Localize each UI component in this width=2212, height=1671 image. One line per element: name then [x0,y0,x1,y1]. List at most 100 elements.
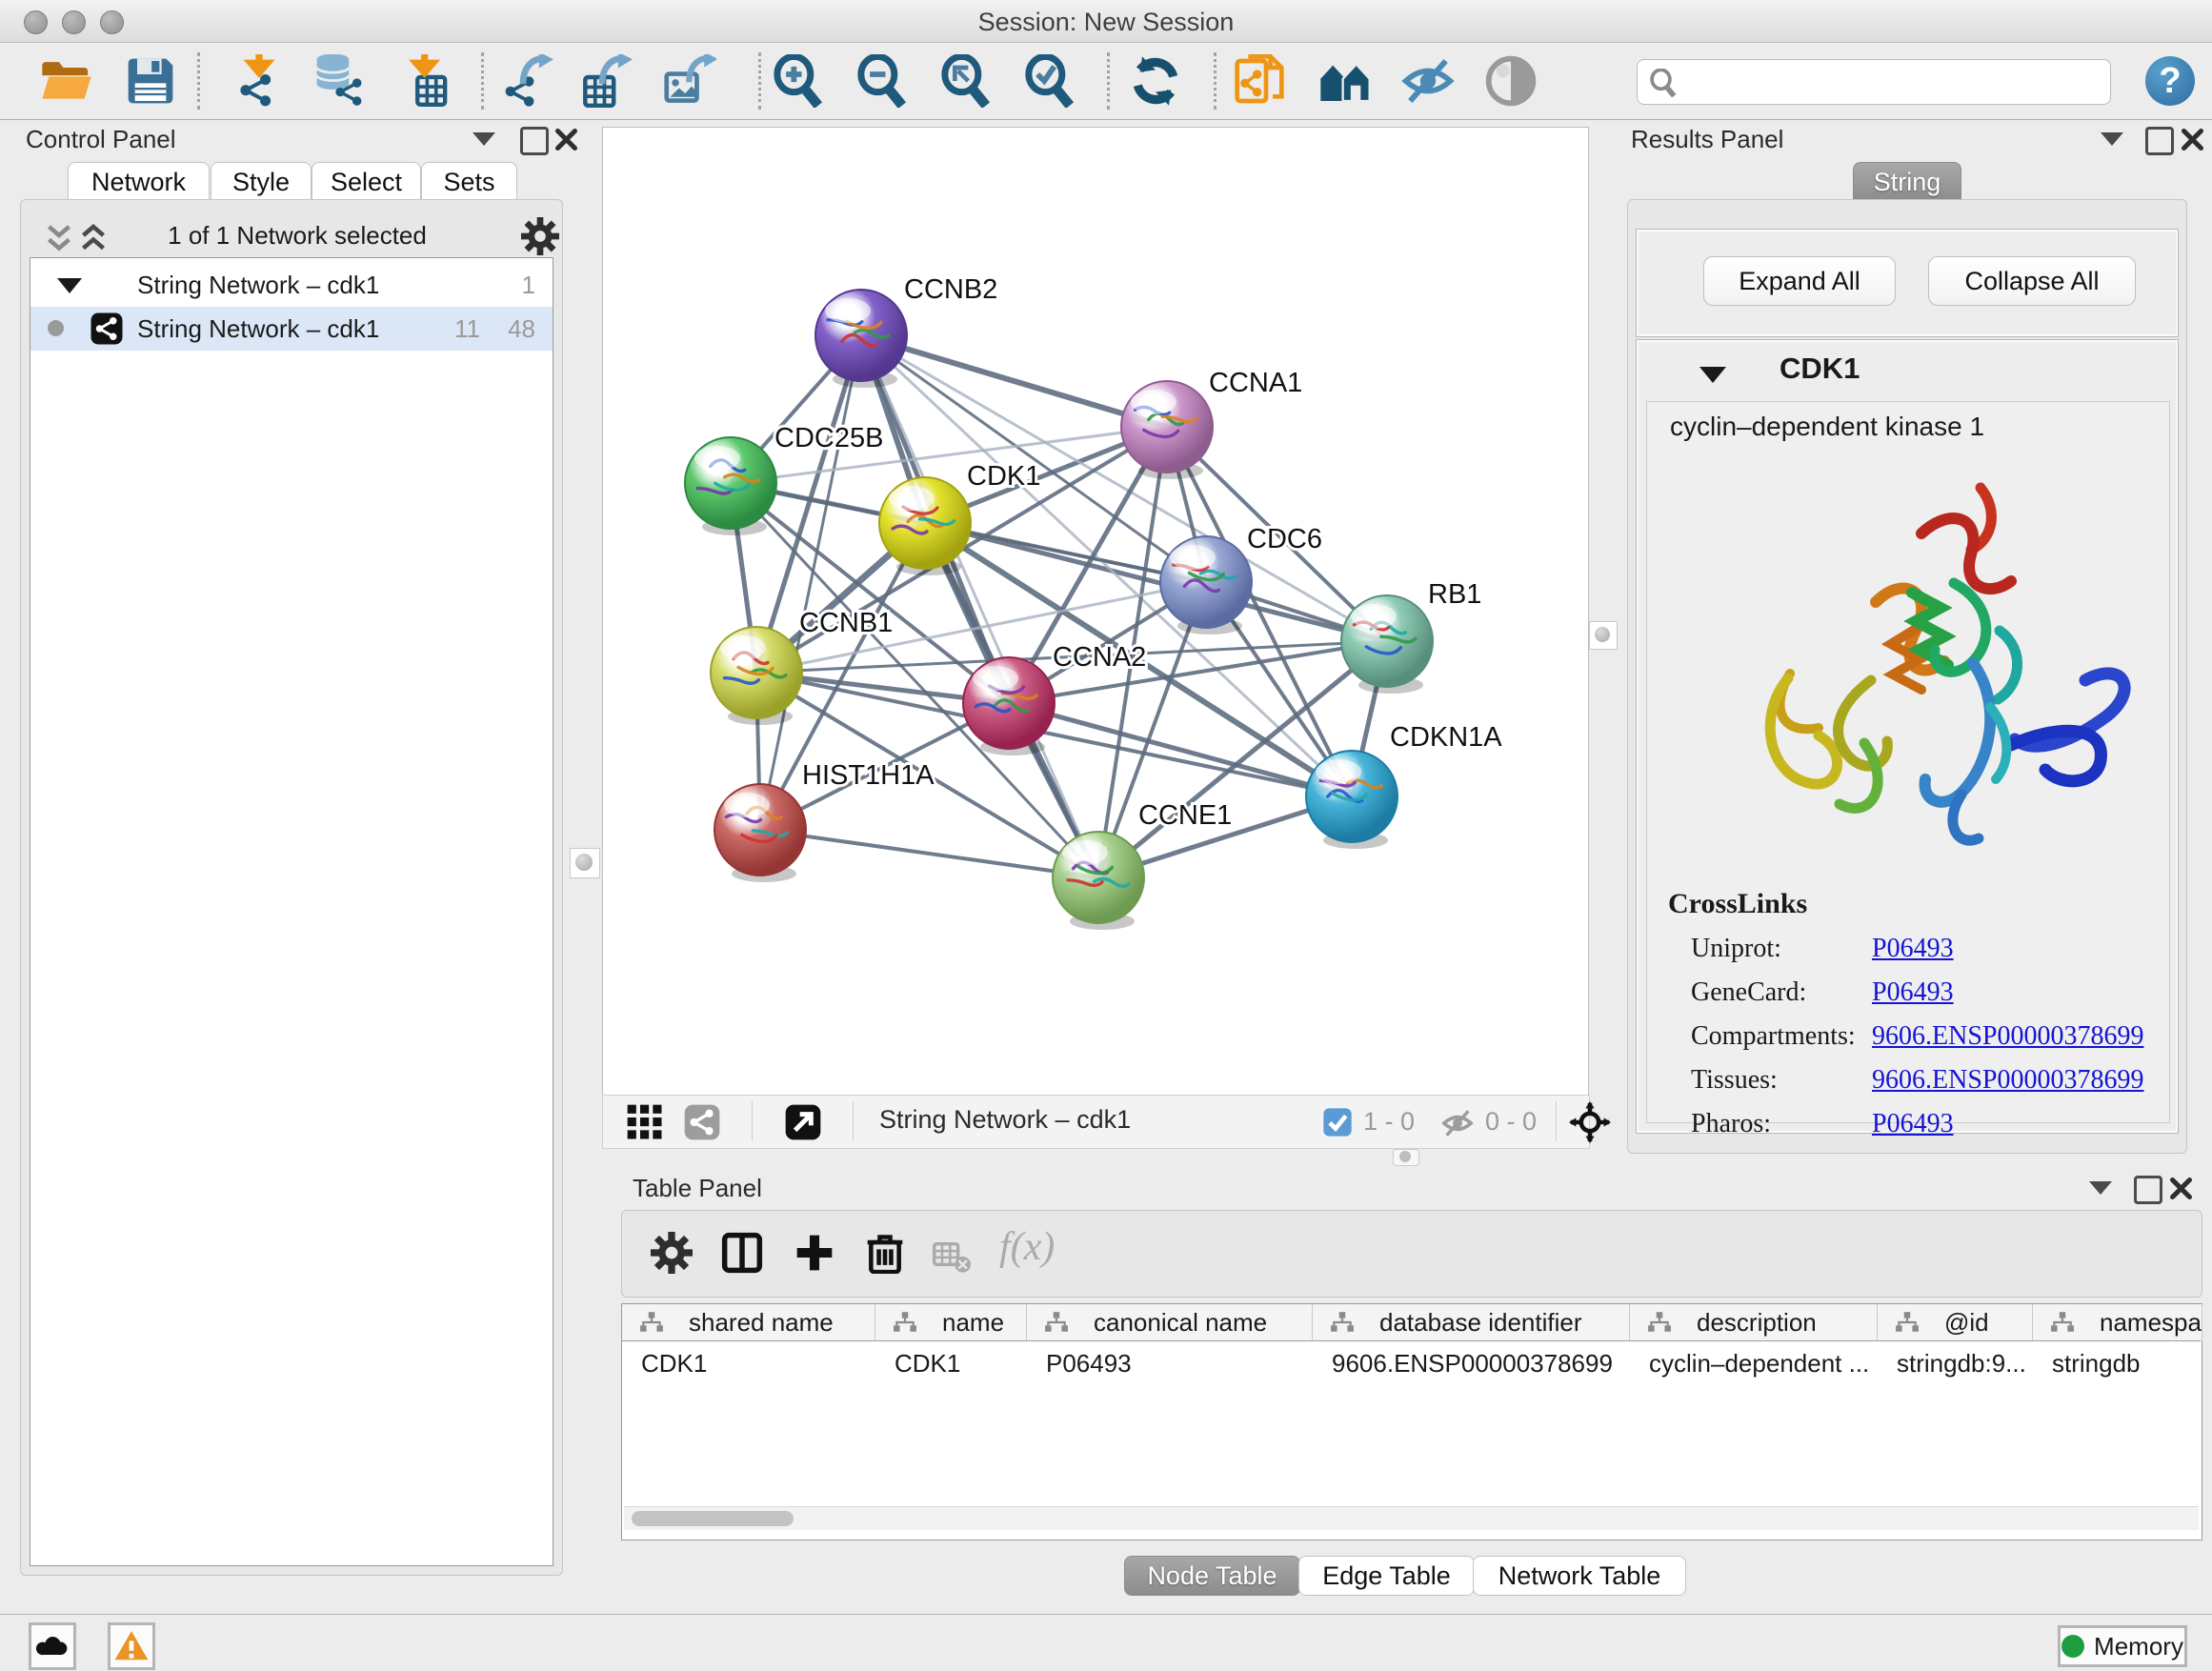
show-columns-icon[interactable] [721,1232,763,1274]
crosslink-row: Tissues:9606.ENSP00000378699 [1691,1059,2148,1103]
network-canvas[interactable]: CCNB2CCNA1CDC25BCDK1CDC6RB1CCNB1CCNA2CDK… [602,127,1589,1096]
table-cell[interactable]: cyclin–dependent ... [1630,1341,1896,1385]
delete-column-icon[interactable] [864,1232,906,1274]
column-header-shared-name[interactable]: shared name [622,1304,875,1340]
tab-select[interactable]: Select [312,162,421,202]
collapse-all-networks-icon[interactable] [42,221,76,255]
export-network-icon[interactable] [501,54,554,108]
refresh-view-icon[interactable] [1129,54,1182,108]
add-column-icon[interactable] [794,1232,835,1274]
protein-card-expander-icon[interactable] [1699,367,1726,383]
network-edge[interactable] [861,335,1167,427]
protein-card: CDK1 cyclin–dependent kinase 1 [1636,339,2179,1134]
column-type-icon [1895,1310,1920,1335]
crosslink-link[interactable]: P06493 [1872,977,1954,1008]
expand-all-networks-icon[interactable] [76,221,111,255]
save-session-icon[interactable] [124,54,177,108]
column-header-description[interactable]: description [1630,1304,1878,1340]
tab-node-table[interactable]: Node Table [1124,1556,1300,1596]
collapse-all-button[interactable]: Collapse All [1928,256,2136,306]
tab-edge-table[interactable]: Edge Table [1298,1556,1475,1596]
tab-style[interactable]: Style [211,162,312,202]
right-splitter-handle[interactable] [1589,621,1618,650]
results-panel-close-icon[interactable] [2180,127,2205,152]
table-cell[interactable]: CDK1 [622,1341,894,1385]
tab-string-results[interactable]: String [1853,162,1961,202]
column-header-canonical-name[interactable]: canonical name [1027,1304,1313,1340]
open-session-icon[interactable] [40,54,93,108]
protein-name: CDK1 [1780,352,1860,386]
column-header-name[interactable]: name [875,1304,1027,1340]
network-node-CDKN1A[interactable]: CDKN1A [1306,722,1502,849]
cloud-status-button[interactable] [29,1622,76,1670]
network-edge[interactable] [760,335,861,830]
network-options-gear-icon[interactable] [521,217,559,255]
results-panel-float-icon[interactable] [2101,132,2123,146]
selected-checkbox-icon[interactable] [1322,1107,1353,1137]
network-row-selected[interactable]: String Network – cdk1 11 48 [30,307,553,351]
crosslink-link[interactable]: 9606.ENSP00000378699 [1872,1021,2143,1052]
show-all-networks-icon[interactable] [1318,54,1372,108]
import-network-database-icon[interactable] [312,54,365,108]
warnings-button[interactable] [108,1622,155,1670]
search-box[interactable] [1637,59,2111,105]
zoom-selected-icon[interactable] [1023,54,1076,108]
crosslink-link[interactable]: P06493 [1872,934,1954,964]
network-node-RB1[interactable]: RB1 [1341,579,1481,694]
table-panel-maximize-icon[interactable] [2134,1176,2162,1204]
network-node-HIST1H1A[interactable]: HIST1H1A [714,760,935,882]
table-h-scrollbar[interactable] [624,1506,2199,1530]
export-image-icon[interactable] [663,54,716,108]
table-options-gear-icon[interactable] [651,1232,693,1274]
table-panel-float-icon[interactable] [2089,1181,2112,1195]
table-cell[interactable]: stringdb [2033,1341,2212,1385]
table-cell[interactable]: stringdb:9... [1878,1341,2051,1385]
memory-button[interactable]: Memory [2058,1625,2187,1667]
hide-selected-icon[interactable] [1401,54,1455,108]
left-splitter-handle[interactable] [570,848,600,878]
crosslink-link[interactable]: 9606.ENSP00000378699 [1872,1065,2143,1096]
column-header-namespac[interactable]: namespac [2033,1304,2202,1340]
control-panel-close-icon[interactable] [553,127,579,152]
help-button[interactable]: ? [2145,56,2195,106]
table-cell[interactable]: P06493 [1027,1341,1331,1385]
graphics-details-icon[interactable] [1484,54,1538,108]
tab-network[interactable]: Network [68,162,210,202]
node-label-CDC6: CDC6 [1247,524,1322,554]
collection-label: String Network – cdk1 [137,263,379,307]
expand-all-button[interactable]: Expand All [1703,256,1896,306]
network-node-CCNE1[interactable]: CCNE1 [1053,800,1232,930]
open-in-window-icon[interactable] [784,1103,822,1141]
table-cell[interactable]: 9606.ENSP00000378699 [1313,1341,1648,1385]
search-input[interactable] [1687,64,2101,100]
network-node-CCNA1[interactable]: CCNA1 [1121,368,1302,479]
collection-expander-icon[interactable] [57,278,82,293]
column-header--id[interactable]: @id [1878,1304,2033,1340]
fit-content-crosshair-icon[interactable] [1569,1101,1611,1143]
network-node-CDC25B[interactable]: CDC25B [685,423,883,535]
create-annotation-icon[interactable] [1233,54,1286,108]
zoom-fit-icon[interactable] [939,54,993,108]
zoom-in-icon[interactable] [772,54,825,108]
bottom-splitter-handle[interactable] [1393,1149,1419,1166]
table-cell[interactable]: CDK1 [875,1341,1045,1385]
control-panel-maximize-icon[interactable] [520,127,549,155]
column-header-database-identifier[interactable]: database identifier [1313,1304,1630,1340]
network-edge[interactable] [760,830,1098,877]
table-toolbar: f(x) [621,1210,2202,1298]
zoom-out-icon[interactable] [855,54,909,108]
results-panel-maximize-icon[interactable] [2145,127,2174,155]
network-collection-row[interactable]: String Network – cdk1 1 [30,263,553,307]
birds-eye-view-icon[interactable] [626,1103,664,1141]
tab-network-table[interactable]: Network Table [1473,1556,1686,1596]
hidden-eye-icon[interactable] [1441,1107,1474,1139]
crosslink-link[interactable]: P06493 [1872,1109,1954,1139]
control-panel-float-icon[interactable] [473,132,495,146]
export-table-icon[interactable] [580,54,633,108]
import-network-file-icon[interactable] [231,54,285,108]
table-h-scrollbar-thumb[interactable] [632,1511,794,1526]
hidden-node-edge-counts: 0 - 0 [1485,1107,1537,1137]
table-panel-close-icon[interactable] [2168,1176,2194,1201]
tab-sets[interactable]: Sets [421,162,517,202]
import-table-file-icon[interactable] [399,54,452,108]
